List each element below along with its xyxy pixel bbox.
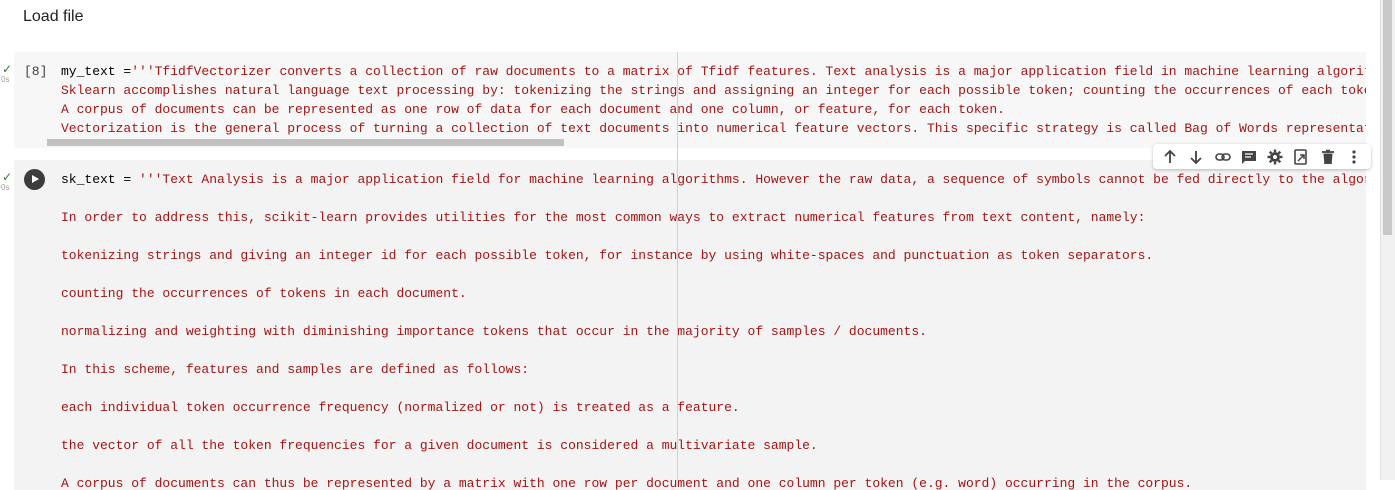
comment-button[interactable] <box>1238 146 1260 168</box>
more-options-button[interactable] <box>1343 146 1365 168</box>
section-title: Load file <box>23 8 84 25</box>
code-line: each individual token occurrence frequen… <box>61 400 740 415</box>
page-scrollbar[interactable] <box>1380 0 1395 480</box>
code-line: Vectorization is the general process of … <box>61 121 1366 136</box>
code-line: Sklearn accomplishes natural language te… <box>61 83 1366 98</box>
code-line: In order to address this, scikit-learn p… <box>61 210 1146 225</box>
exec-time: 0s <box>1 183 10 192</box>
cell-toolbar <box>1153 144 1371 169</box>
string-literal: '''TfidfVectorizer converts a collection… <box>131 64 1366 79</box>
move-down-button[interactable] <box>1185 146 1207 168</box>
check-icon: ✓ <box>2 62 13 76</box>
code-line: A corpus of documents can thus be repres… <box>61 476 1193 490</box>
code-cell-2[interactable]: sk_text = '''Text Analysis is a major ap… <box>14 160 1366 490</box>
code-line: In this scheme, features and samples are… <box>61 362 530 377</box>
check-icon: ✓ <box>2 170 13 184</box>
exec-time: 0s <box>1 75 10 84</box>
code-line: my_text ='''TfidfVectorizer converts a c… <box>61 62 1366 81</box>
horizontal-scrollbar[interactable] <box>47 139 564 146</box>
assignment-operator: = <box>115 172 140 187</box>
delete-cell-button[interactable] <box>1317 146 1339 168</box>
mirror-cell-icon <box>1294 148 1308 165</box>
mirror-cell-button[interactable] <box>1290 146 1312 168</box>
link-icon <box>1214 152 1231 161</box>
code-editor[interactable]: sk_text = '''Text Analysis is a major ap… <box>61 170 1366 490</box>
code-cell-1[interactable]: [8] my_text ='''TfidfVectorizer converts… <box>14 52 1366 148</box>
column-ruler <box>677 52 678 480</box>
code-editor[interactable]: my_text ='''TfidfVectorizer converts a c… <box>61 62 1366 138</box>
gear-icon <box>1267 149 1283 164</box>
variable-name: sk_text <box>61 172 116 187</box>
code-line: normalizing and weighting with diminishi… <box>61 324 927 339</box>
trash-icon <box>1321 149 1334 164</box>
execution-count: [8] <box>24 64 48 79</box>
code-line: tokenizing strings and giving an integer… <box>61 248 1154 263</box>
page-scrollbar-thumb[interactable] <box>1383 0 1392 235</box>
code-line: A corpus of documents can be represented… <box>61 102 1005 117</box>
string-literal: '''Text Analysis is a major application … <box>139 172 1366 187</box>
more-vert-icon <box>1352 149 1356 164</box>
arrow-down-icon <box>1190 150 1203 164</box>
variable-name: my_text = <box>61 64 132 79</box>
link-button[interactable] <box>1212 146 1234 168</box>
move-up-button[interactable] <box>1159 146 1181 168</box>
comment-icon <box>1241 150 1256 164</box>
code-line: counting the occurrences of tokens in ea… <box>61 286 467 301</box>
code-line: the vector of all the token frequencies … <box>61 438 818 453</box>
run-cell-button[interactable] <box>24 169 45 190</box>
settings-button[interactable] <box>1264 146 1286 168</box>
arrow-up-icon <box>1164 149 1176 163</box>
